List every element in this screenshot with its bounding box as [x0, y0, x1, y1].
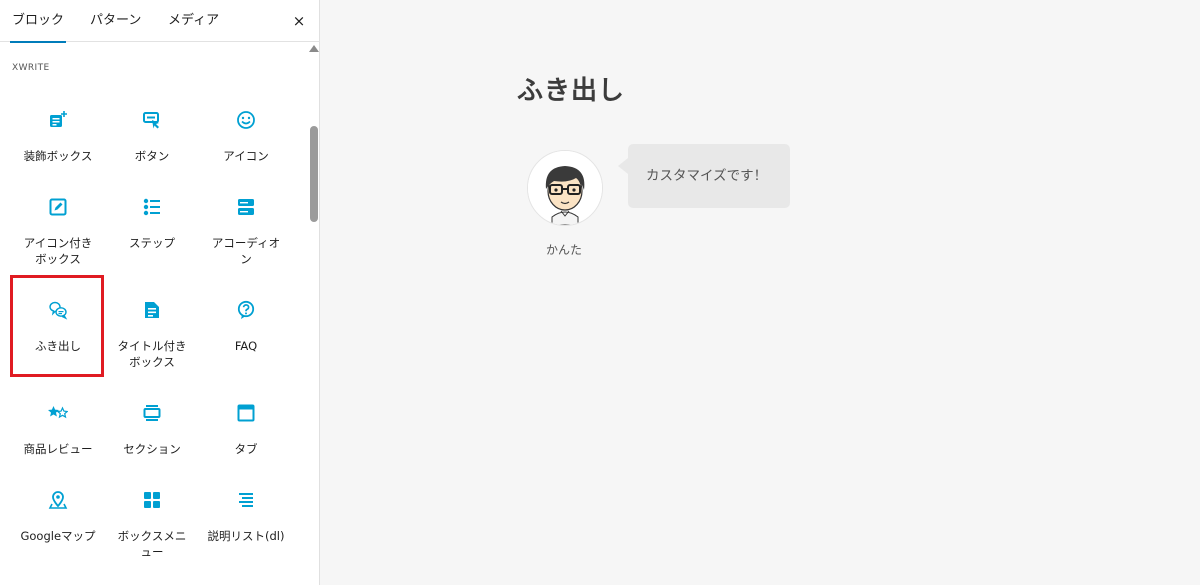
block-description-list[interactable]: 説明リスト(dl) — [200, 476, 292, 562]
tab-patterns[interactable]: パターン — [90, 0, 141, 42]
block-label: 商品レビュー — [23, 442, 93, 456]
block-label: Googleマップ — [20, 529, 96, 543]
tab-blocks[interactable]: ブロック — [9, 0, 67, 43]
speaker-name: かんた — [545, 243, 582, 257]
scrollbar-thumb[interactable] — [310, 126, 318, 222]
scroll-up-arrow-icon[interactable] — [309, 45, 319, 52]
block-label: アイコン — [223, 149, 269, 163]
block-icon-box[interactable]: アイコン付き ボックス — [12, 183, 104, 269]
speech-bubble-icon — [48, 300, 68, 320]
block-label: ふき出し — [35, 339, 81, 353]
block-label: ステップ — [129, 236, 175, 250]
block-google-map[interactable]: Googleマップ — [12, 476, 104, 562]
section-icon — [142, 403, 162, 423]
accordion-icon — [236, 197, 256, 217]
block-box-menu[interactable]: ボックスメニ ュー — [106, 476, 198, 562]
block-label: ボタン — [134, 149, 170, 163]
block-steps[interactable]: ステップ — [106, 183, 198, 269]
star-rating-icon — [48, 403, 68, 423]
button-pointer-icon — [142, 110, 162, 130]
block-label: セクション — [123, 442, 181, 456]
block-tab[interactable]: タブ — [200, 389, 292, 475]
block-label: タイトル付き ボックス — [117, 339, 187, 369]
block-label: ボックスメニ ュー — [117, 529, 187, 559]
block-label: アイコン付き ボックス — [23, 236, 93, 266]
block-label: 説明リスト(dl) — [207, 529, 285, 543]
description-list-icon — [236, 490, 256, 510]
block-section[interactable]: セクション — [106, 389, 198, 475]
block-label: アコーディオ ン — [211, 236, 281, 266]
block-label: 装飾ボックス — [23, 149, 93, 163]
block-label: FAQ — [234, 339, 258, 353]
block-inserter-panel: ブロック パターン メディア × XWRITE 装飾ボックス ボタン アイコン — [0, 0, 320, 585]
tab-media[interactable]: メディア — [168, 0, 219, 42]
close-icon[interactable]: × — [288, 10, 310, 32]
block-faq[interactable]: FAQ — [200, 286, 292, 372]
page-title[interactable]: ふき出し — [517, 70, 625, 107]
block-product-review[interactable]: 商品レビュー — [12, 389, 104, 475]
block-label: タブ — [234, 442, 258, 456]
block-button[interactable]: ボタン — [106, 96, 198, 182]
titled-box-icon — [142, 300, 162, 320]
tab-icon — [236, 403, 256, 423]
editor-canvas: ふき出し かんた カスタマイズです！ — [321, 0, 1200, 585]
block-titled-box[interactable]: タイトル付き ボックス — [106, 286, 198, 372]
block-speech-balloon[interactable]: ふき出し — [12, 286, 104, 372]
block-decor-box[interactable]: 装飾ボックス — [12, 96, 104, 182]
decor-box-icon — [48, 110, 68, 130]
steps-list-icon — [142, 197, 162, 217]
block-accordion[interactable]: アコーディオ ン — [200, 183, 292, 269]
smiley-icon — [236, 110, 256, 130]
block-category-title: XWRITE — [12, 63, 50, 73]
speech-balloon-text[interactable]: カスタマイズです！ — [618, 144, 790, 208]
icon-box-icon — [48, 197, 68, 217]
avatar-glasses-man-icon — [527, 150, 603, 226]
grid-menu-icon — [142, 490, 162, 510]
faq-question-icon — [236, 300, 256, 320]
inserter-tabs: ブロック パターン メディア × — [0, 0, 320, 43]
map-pin-icon — [48, 490, 68, 510]
block-icon[interactable]: アイコン — [200, 96, 292, 182]
